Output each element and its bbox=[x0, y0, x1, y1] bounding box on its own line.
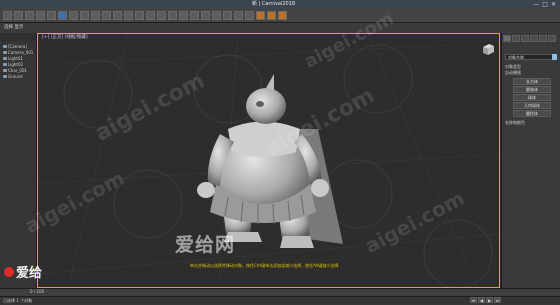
eye-icon[interactable] bbox=[3, 45, 7, 48]
layer-icon[interactable] bbox=[212, 11, 221, 20]
material-editor-icon[interactable] bbox=[245, 11, 254, 20]
angle-snap-icon[interactable] bbox=[168, 11, 177, 20]
eye-icon[interactable] bbox=[3, 75, 7, 78]
eye-icon[interactable] bbox=[3, 63, 7, 66]
eye-icon[interactable] bbox=[3, 51, 7, 54]
cone-button[interactable]: 圆锥体 bbox=[513, 86, 551, 93]
character-eye bbox=[256, 101, 264, 107]
section-object-type[interactable]: 对象类型 bbox=[505, 64, 521, 69]
rotate-icon[interactable] bbox=[113, 11, 122, 20]
render-icon[interactable] bbox=[278, 11, 287, 20]
goto-end-button[interactable]: ⏭ bbox=[494, 297, 501, 303]
command-panel-tabs bbox=[503, 35, 556, 42]
window-controls: — □ ✕ bbox=[533, 0, 556, 9]
ribbon-label[interactable]: 选择 显示 bbox=[4, 24, 23, 32]
viewcube-icon[interactable] bbox=[481, 42, 495, 56]
hierarchy-tab-icon[interactable] bbox=[521, 35, 529, 42]
object-color-swatch[interactable] bbox=[552, 54, 557, 60]
curve-editor-icon[interactable] bbox=[223, 11, 232, 20]
object-name-field[interactable]: 对象名称 bbox=[505, 54, 555, 60]
minimize-button[interactable]: — bbox=[533, 0, 539, 9]
schematic-icon[interactable] bbox=[234, 11, 243, 20]
character-hand-right[interactable] bbox=[311, 179, 329, 197]
character-head[interactable] bbox=[246, 88, 286, 124]
render-setup-icon[interactable] bbox=[256, 11, 265, 20]
scale-icon[interactable] bbox=[124, 11, 133, 20]
timeline-slider[interactable] bbox=[0, 288, 560, 296]
render-frame-icon[interactable] bbox=[267, 11, 276, 20]
viewport-prompt: 单击并拖动以选择并移动对象，按住Ctrl键单击添加或减少选择，按住Alt键减少选… bbox=[190, 263, 339, 268]
perspective-viewport[interactable] bbox=[37, 33, 500, 288]
tree-item[interactable]: Light02 bbox=[3, 62, 23, 67]
watermark-center: 爱给网 bbox=[175, 234, 236, 256]
modify-tab-icon[interactable] bbox=[512, 35, 520, 42]
select-by-name-icon[interactable] bbox=[69, 11, 78, 20]
percent-snap-icon[interactable] bbox=[179, 11, 188, 20]
pivot-icon[interactable] bbox=[146, 11, 155, 20]
tree-item[interactable]: Char_001 bbox=[3, 68, 27, 73]
rect-select-icon[interactable] bbox=[80, 11, 89, 20]
cylinder-button[interactable]: 圆柱体 bbox=[513, 110, 551, 117]
checkbox-autogrid[interactable]: 自动栅格 bbox=[505, 70, 521, 75]
link-icon[interactable] bbox=[25, 11, 34, 20]
tree-item[interactable]: Light01 bbox=[3, 56, 23, 61]
create-tab-icon[interactable] bbox=[503, 35, 511, 42]
maximize-button[interactable]: □ bbox=[542, 0, 548, 9]
geosphere-button[interactable]: 几何球体 bbox=[513, 102, 551, 109]
display-tab-icon[interactable] bbox=[539, 35, 547, 42]
main-toolbar bbox=[0, 9, 560, 23]
bind-icon[interactable] bbox=[47, 11, 56, 20]
sphere-button[interactable]: 球体 bbox=[513, 94, 551, 101]
scene-explorer-header bbox=[0, 33, 36, 41]
place-icon[interactable] bbox=[135, 11, 144, 20]
move-icon[interactable] bbox=[102, 11, 111, 20]
snap-icon[interactable] bbox=[157, 11, 166, 20]
box-button[interactable]: 长方体 bbox=[513, 78, 551, 85]
eye-icon[interactable] bbox=[3, 69, 7, 72]
redo-icon[interactable] bbox=[14, 11, 23, 20]
prev-frame-button[interactable]: ◀ bbox=[478, 297, 485, 303]
character-foot-right[interactable] bbox=[280, 236, 314, 248]
character-antenna bbox=[266, 74, 274, 90]
tree-item[interactable]: Ground bbox=[3, 74, 23, 79]
status-text: 已选择 1 个对象 bbox=[3, 298, 33, 303]
align-icon[interactable] bbox=[201, 11, 210, 20]
viewport-label[interactable]: [+] [正交] [线框/隐藏] bbox=[42, 35, 88, 41]
character-hand-left[interactable] bbox=[197, 182, 215, 198]
window-crossing-icon[interactable] bbox=[91, 11, 100, 20]
tree-item[interactable]: Camera_001 bbox=[3, 50, 33, 55]
logo-ring-icon bbox=[4, 266, 14, 277]
watermark-logo: 爱给 bbox=[4, 262, 42, 281]
motion-tab-icon[interactable] bbox=[530, 35, 538, 42]
mirror-icon[interactable] bbox=[190, 11, 199, 20]
select-icon[interactable] bbox=[58, 11, 67, 20]
window-title: 新 | Carnival2018 bbox=[252, 1, 296, 7]
goto-start-button[interactable]: ⏮ bbox=[470, 297, 477, 303]
character-model[interactable] bbox=[197, 74, 343, 248]
close-button[interactable]: ✕ bbox=[551, 0, 556, 9]
undo-icon[interactable] bbox=[3, 11, 12, 20]
section-name-color[interactable]: 名称和颜色 bbox=[505, 120, 525, 125]
eye-icon[interactable] bbox=[3, 57, 7, 60]
unlink-icon[interactable] bbox=[36, 11, 45, 20]
play-button[interactable]: ▶ bbox=[486, 297, 493, 303]
viewport-canvas bbox=[38, 34, 499, 287]
tree-item[interactable]: [Camera] bbox=[3, 44, 27, 49]
utilities-tab-icon[interactable] bbox=[548, 35, 556, 42]
frame-counter: 0 / 100 bbox=[30, 289, 45, 294]
